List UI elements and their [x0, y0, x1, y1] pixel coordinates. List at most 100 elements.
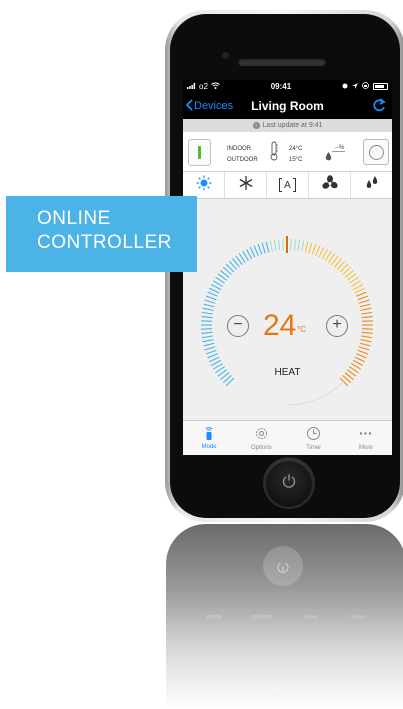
dial-tick [205, 349, 217, 355]
dial-tick [245, 248, 253, 260]
refresh-icon[interactable] [372, 98, 386, 118]
tab-more-label: More [359, 444, 373, 451]
dial-tick [352, 283, 364, 291]
dial-tick [210, 283, 222, 291]
dial-tick [261, 242, 266, 254]
mode-dry-button[interactable] [351, 172, 392, 198]
reflected-mode-label: HEAT [273, 682, 299, 693]
dial-tick [361, 335, 373, 339]
dial-tick [269, 240, 273, 252]
dial-tick [361, 320, 373, 322]
reflected-tab: Options [251, 613, 273, 619]
info-icon: i [252, 122, 260, 129]
env-labels: INDOOR OUTDOOR [227, 144, 258, 166]
navigation-bar: Devices Living Room [183, 93, 392, 119]
dial-tick [204, 346, 216, 351]
home-button[interactable] [265, 459, 313, 507]
dial-tick [354, 356, 365, 363]
temperature-dial-area: − 24 °C + HEAT [183, 199, 392, 419]
outdoor-temp: 15°C [289, 157, 303, 163]
dial-tick [311, 243, 317, 255]
tab-timer[interactable]: Timer [288, 421, 340, 455]
signal-icon [187, 82, 196, 91]
dial-tick [249, 247, 256, 258]
remote-icon [204, 426, 214, 442]
dial-tick [201, 335, 213, 339]
online-controller-banner: ONLINE CONTROLLER [6, 196, 197, 272]
dial-tick [315, 245, 321, 256]
mode-auto-button[interactable]: A [267, 172, 309, 198]
tab-mode-label: Mode [201, 444, 217, 450]
dial-tick [361, 331, 373, 334]
dial-tick [357, 295, 369, 301]
dial-tick [361, 316, 373, 319]
reflected-tab: Timer [302, 613, 318, 619]
last-update-bar: i Last update at 9:41 [183, 119, 392, 132]
back-button[interactable]: Devices [183, 98, 234, 114]
gear-icon [254, 426, 269, 443]
fan-icon [321, 174, 338, 196]
dial-tick [354, 287, 365, 294]
dial-tick [282, 239, 284, 251]
dial-tick [253, 245, 259, 256]
dial-tick [321, 248, 329, 260]
dial-tick [201, 311, 213, 315]
reflected-tab: Mode [206, 613, 222, 619]
increase-temp-button[interactable]: + [326, 315, 348, 337]
carrier-label: o2 [199, 82, 208, 91]
dial-tick [257, 243, 263, 255]
tab-more[interactable]: More [340, 421, 392, 455]
dial-tick [205, 295, 217, 301]
environment-panel: INDOOR OUTDOOR 24°C 15°C --% [183, 132, 392, 172]
dial-tick [204, 299, 216, 304]
temperature-value: 24 [263, 309, 297, 342]
mode-heat-button[interactable] [183, 172, 225, 198]
power-indicator [198, 146, 201, 159]
decrease-temp-button[interactable]: − [227, 315, 249, 337]
dial-tick [201, 316, 213, 319]
temperature-unit: °C [297, 325, 306, 334]
dial-tick [301, 240, 305, 252]
mode-fan-button[interactable] [309, 172, 351, 198]
humidity-divider [332, 151, 345, 152]
tab-options-label: Options [251, 444, 272, 451]
tab-mode[interactable]: Mode [183, 421, 235, 455]
dial-tick [210, 359, 222, 367]
power-button[interactable] [188, 139, 211, 166]
dial-tick [361, 311, 373, 315]
dial-tick [201, 328, 213, 330]
dial-tick [360, 307, 372, 311]
dial-tick [358, 299, 370, 304]
outdoor-label: OUTDOOR [227, 157, 258, 163]
banner-line-1: ONLINE [37, 208, 111, 229]
dial-tick [360, 339, 372, 343]
phone-reflection: Mode Options Timer More HEAT [166, 524, 403, 709]
dial-tick [209, 287, 220, 294]
dial-tick [359, 303, 371, 308]
dry-icon [364, 175, 380, 196]
dial-tick [290, 239, 292, 251]
front-camera [222, 52, 229, 59]
location-icon [352, 82, 358, 91]
app-screen: o2 09:41 Devices Living Room i Last upda… [183, 80, 392, 455]
tab-timer-label: Timer [306, 444, 322, 451]
dial-tick [356, 353, 367, 359]
status-time: 09:41 [270, 82, 292, 91]
sensor-toggle-button[interactable] [363, 139, 389, 165]
back-label: Devices [194, 100, 234, 112]
dial-tick [202, 307, 214, 311]
dial-tick [209, 356, 220, 363]
mode-cool-button[interactable] [225, 172, 267, 198]
mode-selector: A [183, 172, 392, 199]
power-icon [281, 473, 297, 494]
wifi-icon [211, 82, 220, 91]
dial-tick [201, 331, 213, 334]
clock-icon [306, 426, 321, 443]
tab-options[interactable]: Options [235, 421, 287, 455]
dial-track [286, 381, 344, 406]
sun-icon [196, 175, 212, 196]
ring-icon [368, 144, 384, 160]
chevron-left-icon [185, 98, 194, 114]
snowflake-icon [238, 175, 254, 196]
dial-tick [203, 342, 215, 347]
